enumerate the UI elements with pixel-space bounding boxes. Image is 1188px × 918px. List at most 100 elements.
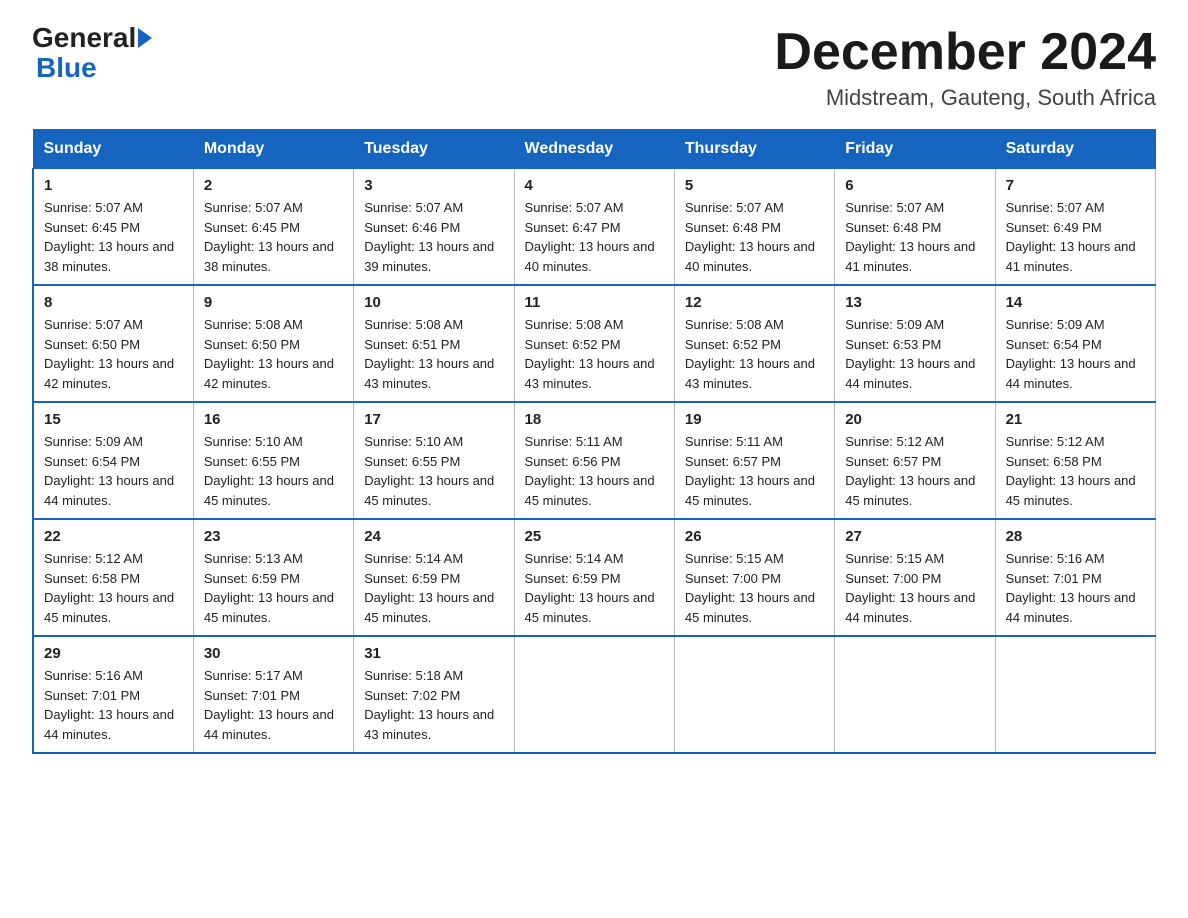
header-wednesday: Wednesday: [514, 130, 674, 169]
day-number: 5: [685, 177, 824, 194]
day-number: 3: [364, 177, 503, 194]
day-info: Sunrise: 5:07 AM Sunset: 6:46 PM Dayligh…: [364, 198, 503, 276]
day-number: 27: [845, 528, 984, 545]
day-number: 7: [1006, 177, 1145, 194]
day-cell-25: 25 Sunrise: 5:14 AM Sunset: 6:59 PM Dayl…: [514, 519, 674, 636]
day-info: Sunrise: 5:10 AM Sunset: 6:55 PM Dayligh…: [364, 432, 503, 510]
day-number: 15: [44, 411, 183, 428]
day-cell-22: 22 Sunrise: 5:12 AM Sunset: 6:58 PM Dayl…: [33, 519, 193, 636]
day-info: Sunrise: 5:13 AM Sunset: 6:59 PM Dayligh…: [204, 549, 343, 627]
header-thursday: Thursday: [674, 130, 834, 169]
day-info: Sunrise: 5:15 AM Sunset: 7:00 PM Dayligh…: [685, 549, 824, 627]
day-cell-15: 15 Sunrise: 5:09 AM Sunset: 6:54 PM Dayl…: [33, 402, 193, 519]
day-number: 22: [44, 528, 183, 545]
day-info: Sunrise: 5:10 AM Sunset: 6:55 PM Dayligh…: [204, 432, 343, 510]
day-info: Sunrise: 5:17 AM Sunset: 7:01 PM Dayligh…: [204, 666, 343, 744]
day-number: 4: [525, 177, 664, 194]
day-cell-8: 8 Sunrise: 5:07 AM Sunset: 6:50 PM Dayli…: [33, 285, 193, 402]
day-cell-23: 23 Sunrise: 5:13 AM Sunset: 6:59 PM Dayl…: [193, 519, 353, 636]
day-number: 10: [364, 294, 503, 311]
day-info: Sunrise: 5:07 AM Sunset: 6:45 PM Dayligh…: [44, 198, 183, 276]
day-number: 30: [204, 645, 343, 662]
day-cell-4: 4 Sunrise: 5:07 AM Sunset: 6:47 PM Dayli…: [514, 169, 674, 286]
day-info: Sunrise: 5:12 AM Sunset: 6:57 PM Dayligh…: [845, 432, 984, 510]
day-cell-7: 7 Sunrise: 5:07 AM Sunset: 6:49 PM Dayli…: [995, 169, 1155, 286]
day-info: Sunrise: 5:14 AM Sunset: 6:59 PM Dayligh…: [525, 549, 664, 627]
day-number: 14: [1006, 294, 1145, 311]
day-cell-28: 28 Sunrise: 5:16 AM Sunset: 7:01 PM Dayl…: [995, 519, 1155, 636]
day-number: 18: [525, 411, 664, 428]
day-info: Sunrise: 5:08 AM Sunset: 6:50 PM Dayligh…: [204, 315, 343, 393]
day-number: 31: [364, 645, 503, 662]
logo: General Blue: [32, 24, 152, 84]
empty-cell: [674, 636, 834, 753]
day-cell-29: 29 Sunrise: 5:16 AM Sunset: 7:01 PM Dayl…: [33, 636, 193, 753]
day-number: 13: [845, 294, 984, 311]
day-number: 28: [1006, 528, 1145, 545]
day-cell-2: 2 Sunrise: 5:07 AM Sunset: 6:45 PM Dayli…: [193, 169, 353, 286]
day-number: 8: [44, 294, 183, 311]
day-number: 11: [525, 294, 664, 311]
day-info: Sunrise: 5:16 AM Sunset: 7:01 PM Dayligh…: [1006, 549, 1145, 627]
day-number: 25: [525, 528, 664, 545]
logo-general-text: General: [32, 24, 136, 52]
day-info: Sunrise: 5:14 AM Sunset: 6:59 PM Dayligh…: [364, 549, 503, 627]
day-info: Sunrise: 5:07 AM Sunset: 6:45 PM Dayligh…: [204, 198, 343, 276]
day-number: 2: [204, 177, 343, 194]
empty-cell: [514, 636, 674, 753]
day-cell-18: 18 Sunrise: 5:11 AM Sunset: 6:56 PM Dayl…: [514, 402, 674, 519]
day-cell-3: 3 Sunrise: 5:07 AM Sunset: 6:46 PM Dayli…: [354, 169, 514, 286]
day-cell-24: 24 Sunrise: 5:14 AM Sunset: 6:59 PM Dayl…: [354, 519, 514, 636]
header-tuesday: Tuesday: [354, 130, 514, 169]
calendar-title: December 2024: [774, 24, 1156, 81]
empty-cell: [995, 636, 1155, 753]
day-info: Sunrise: 5:07 AM Sunset: 6:48 PM Dayligh…: [685, 198, 824, 276]
day-number: 12: [685, 294, 824, 311]
day-info: Sunrise: 5:12 AM Sunset: 6:58 PM Dayligh…: [1006, 432, 1145, 510]
header-sunday: Sunday: [33, 130, 193, 169]
day-number: 17: [364, 411, 503, 428]
header-saturday: Saturday: [995, 130, 1155, 169]
title-block: December 2024 Midstream, Gauteng, South …: [774, 24, 1156, 111]
day-info: Sunrise: 5:11 AM Sunset: 6:57 PM Dayligh…: [685, 432, 824, 510]
day-number: 6: [845, 177, 984, 194]
day-info: Sunrise: 5:12 AM Sunset: 6:58 PM Dayligh…: [44, 549, 183, 627]
header-monday: Monday: [193, 130, 353, 169]
day-cell-12: 12 Sunrise: 5:08 AM Sunset: 6:52 PM Dayl…: [674, 285, 834, 402]
day-info: Sunrise: 5:16 AM Sunset: 7:01 PM Dayligh…: [44, 666, 183, 744]
day-cell-10: 10 Sunrise: 5:08 AM Sunset: 6:51 PM Dayl…: [354, 285, 514, 402]
week-row-2: 8 Sunrise: 5:07 AM Sunset: 6:50 PM Dayli…: [33, 285, 1156, 402]
empty-cell: [835, 636, 995, 753]
page-header: General Blue December 2024 Midstream, Ga…: [32, 24, 1156, 111]
day-cell-9: 9 Sunrise: 5:08 AM Sunset: 6:50 PM Dayli…: [193, 285, 353, 402]
day-number: 19: [685, 411, 824, 428]
day-info: Sunrise: 5:07 AM Sunset: 6:48 PM Dayligh…: [845, 198, 984, 276]
day-cell-5: 5 Sunrise: 5:07 AM Sunset: 6:48 PM Dayli…: [674, 169, 834, 286]
day-cell-14: 14 Sunrise: 5:09 AM Sunset: 6:54 PM Dayl…: [995, 285, 1155, 402]
day-cell-26: 26 Sunrise: 5:15 AM Sunset: 7:00 PM Dayl…: [674, 519, 834, 636]
day-number: 21: [1006, 411, 1145, 428]
day-number: 20: [845, 411, 984, 428]
day-number: 1: [44, 177, 183, 194]
day-cell-27: 27 Sunrise: 5:15 AM Sunset: 7:00 PM Dayl…: [835, 519, 995, 636]
day-number: 23: [204, 528, 343, 545]
day-cell-11: 11 Sunrise: 5:08 AM Sunset: 6:52 PM Dayl…: [514, 285, 674, 402]
calendar-table: SundayMondayTuesdayWednesdayThursdayFrid…: [32, 129, 1156, 754]
week-row-4: 22 Sunrise: 5:12 AM Sunset: 6:58 PM Dayl…: [33, 519, 1156, 636]
day-cell-19: 19 Sunrise: 5:11 AM Sunset: 6:57 PM Dayl…: [674, 402, 834, 519]
header-row: SundayMondayTuesdayWednesdayThursdayFrid…: [33, 130, 1156, 169]
week-row-1: 1 Sunrise: 5:07 AM Sunset: 6:45 PM Dayli…: [33, 169, 1156, 286]
day-info: Sunrise: 5:07 AM Sunset: 6:50 PM Dayligh…: [44, 315, 183, 393]
day-info: Sunrise: 5:08 AM Sunset: 6:52 PM Dayligh…: [525, 315, 664, 393]
day-info: Sunrise: 5:07 AM Sunset: 6:47 PM Dayligh…: [525, 198, 664, 276]
day-cell-30: 30 Sunrise: 5:17 AM Sunset: 7:01 PM Dayl…: [193, 636, 353, 753]
logo-blue-text: Blue: [36, 52, 97, 84]
day-cell-6: 6 Sunrise: 5:07 AM Sunset: 6:48 PM Dayli…: [835, 169, 995, 286]
day-number: 9: [204, 294, 343, 311]
day-cell-21: 21 Sunrise: 5:12 AM Sunset: 6:58 PM Dayl…: [995, 402, 1155, 519]
day-info: Sunrise: 5:11 AM Sunset: 6:56 PM Dayligh…: [525, 432, 664, 510]
day-info: Sunrise: 5:09 AM Sunset: 6:54 PM Dayligh…: [1006, 315, 1145, 393]
day-cell-17: 17 Sunrise: 5:10 AM Sunset: 6:55 PM Dayl…: [354, 402, 514, 519]
day-info: Sunrise: 5:09 AM Sunset: 6:53 PM Dayligh…: [845, 315, 984, 393]
week-row-3: 15 Sunrise: 5:09 AM Sunset: 6:54 PM Dayl…: [33, 402, 1156, 519]
